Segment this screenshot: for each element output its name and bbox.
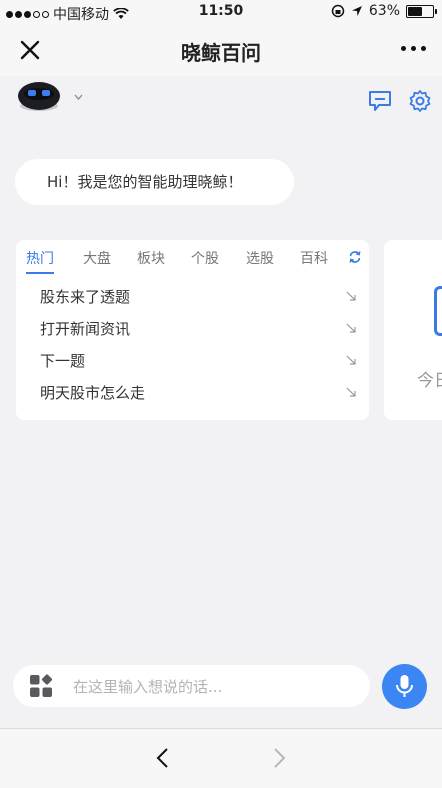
page-title: 晓鲸百问: [181, 41, 261, 65]
battery-icon: [406, 4, 437, 18]
card-graphic: [434, 286, 442, 336]
chevron-down-icon[interactable]: [74, 94, 83, 100]
status-right: 63%: [331, 3, 437, 19]
tab-sector[interactable]: 板块: [137, 248, 165, 268]
assistant-header: [0, 76, 442, 124]
more-icon[interactable]: [401, 40, 426, 51]
browser-toolbar: [0, 728, 442, 788]
question-text: 明天股市怎么走: [40, 384, 146, 402]
tab-stock-picking[interactable]: 选股: [246, 248, 274, 268]
rotation-lock-icon: [331, 4, 345, 18]
question-text: 下一题: [40, 352, 86, 370]
location-icon: [351, 6, 362, 16]
next-card-text: 今日: [417, 371, 442, 391]
arrow-down-right-icon: [346, 355, 356, 365]
status-bar: 中国移动 11:50 63%: [0, 0, 442, 24]
battery-percent: 63%: [368, 3, 400, 19]
list-item[interactable]: 明天股市怎么走: [40, 381, 358, 413]
apps-icon[interactable]: [29, 674, 53, 698]
tab-stock[interactable]: 个股: [191, 248, 219, 268]
gear-icon[interactable]: [408, 89, 432, 113]
forward-icon[interactable]: [268, 747, 290, 769]
list-item[interactable]: 股东来了透题: [40, 285, 358, 317]
robot-avatar[interactable]: [17, 78, 61, 112]
back-icon[interactable]: [152, 747, 174, 769]
arrow-down-right-icon: [346, 291, 356, 301]
list-item[interactable]: 下一题: [40, 349, 358, 381]
greeting-bubble: Hi！我是您的智能助理晓鲸！: [15, 159, 294, 205]
tab-market[interactable]: 大盘: [83, 248, 111, 268]
arrow-down-right-icon: [346, 387, 356, 397]
message-icon[interactable]: [368, 90, 392, 112]
category-tabs: 热门 大盘 板块 个股 选股 百科: [26, 248, 361, 274]
message-input[interactable]: [71, 665, 355, 709]
question-list: 股东来了透题 打开新闻资讯 下一题 明天股市怎么走: [40, 285, 358, 413]
question-text: 打开新闻资讯: [40, 320, 131, 338]
tab-encyclopedia[interactable]: 百科: [300, 248, 328, 268]
question-card: 热门 大盘 板块 个股 选股 百科 股东来了透题 打开新闻资讯 下一题 明天股市…: [16, 240, 369, 420]
microphone-button[interactable]: [382, 664, 427, 709]
chat-input-bar: [13, 665, 370, 709]
arrow-down-right-icon: [346, 323, 356, 333]
list-item[interactable]: 打开新闻资讯: [40, 317, 358, 349]
microphone-icon: [396, 675, 413, 697]
next-card[interactable]: 今日: [384, 240, 442, 420]
tab-hot[interactable]: 热门: [26, 248, 54, 274]
refresh-icon[interactable]: [348, 250, 362, 264]
question-text: 股东来了透题: [40, 288, 131, 306]
navigation-bar: 晓鲸百问: [0, 24, 442, 76]
